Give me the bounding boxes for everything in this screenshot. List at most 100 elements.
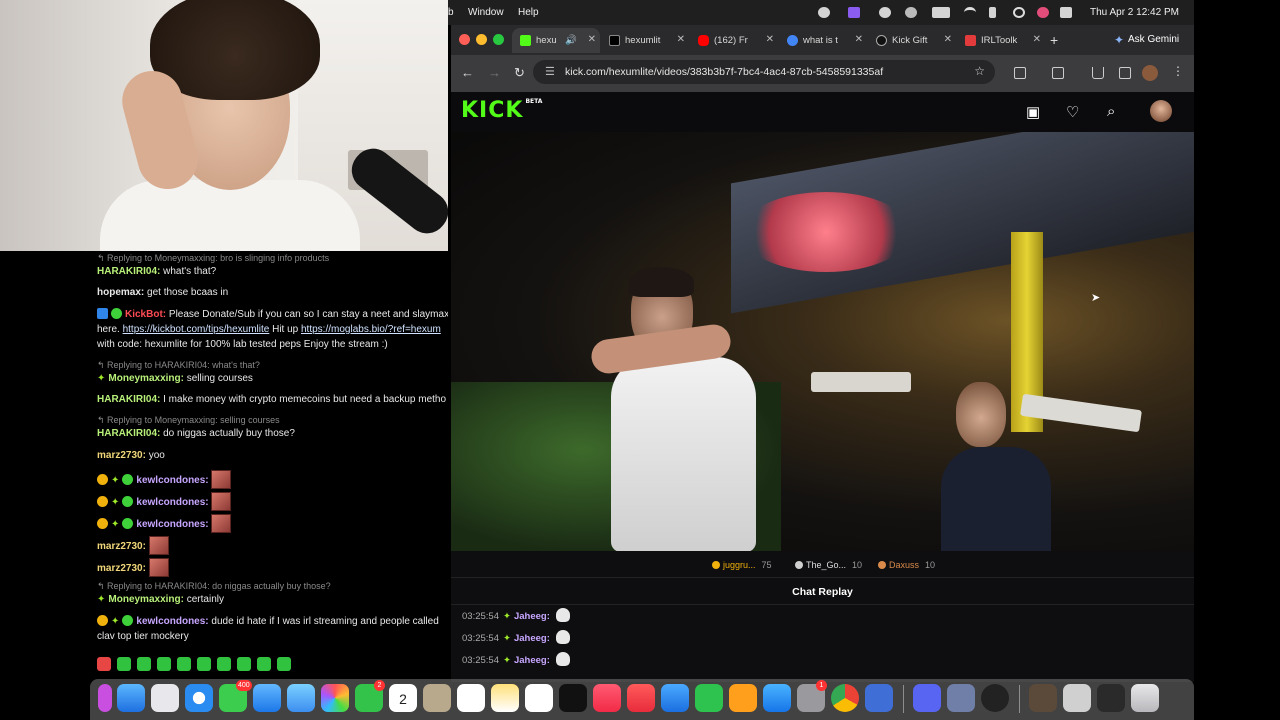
tab-youtube[interactable]: (162) Fr ✕ [690,28,778,53]
apple-tv-icon[interactable] [559,684,587,712]
emote-icon[interactable] [157,657,171,672]
ask-gemini-button[interactable]: ✦ Ask Gemini [1108,30,1188,50]
emote-icon [211,514,232,533]
tab-kick-video[interactable]: hexu 🔊 ✕ [512,28,600,53]
calendar-icon[interactable]: 2 [389,684,417,712]
safari-icon[interactable] [185,684,213,712]
reload-icon[interactable]: ↻ [514,65,525,81]
menu-item-help[interactable]: Help [518,7,539,18]
heart-icon[interactable]: ♡ [1066,103,1079,121]
play-icon[interactable] [879,7,891,18]
download-icon[interactable] [1092,67,1104,79]
skull-emote-icon [555,652,570,666]
emote-picker-row [97,657,448,672]
leaderboard-entry[interactable]: juggru... 75 [712,560,772,570]
close-tab-icon[interactable]: ✕ [855,34,863,45]
reading-list-icon[interactable] [1119,67,1131,79]
obs-icon[interactable] [981,684,1009,712]
close-tab-icon[interactable]: ✕ [1033,34,1041,45]
emote-icon[interactable] [137,657,151,672]
chat-message: marz2730: yoo [97,450,165,461]
close-tab-icon[interactable]: ✕ [944,34,952,45]
control-center-icon[interactable] [1060,7,1072,18]
bookmark-star-icon[interactable]: ☆ [974,64,985,78]
emote-icon[interactable] [277,657,291,672]
browse-icon[interactable]: ▣ [1026,103,1040,121]
launchpad-icon[interactable] [151,684,179,712]
search-icon[interactable] [1013,7,1025,18]
bluetooth-icon[interactable] [989,7,996,18]
keyboard-thumbnail[interactable] [1063,684,1091,712]
photos-icon[interactable] [321,684,349,712]
tab-irltoolkit[interactable]: IRLToolk ✕ [957,28,1045,53]
tab-x[interactable]: hexumlit ✕ [601,28,689,53]
finder-icon[interactable] [117,684,145,712]
emote-icon[interactable] [97,657,111,672]
app-icon[interactable] [947,684,975,712]
clock[interactable]: Thu Apr 2 12:42 PM [1090,7,1179,18]
notes-icon[interactable] [491,684,519,712]
emote-icon[interactable] [257,657,271,672]
menu-item-window[interactable]: Window [468,7,504,18]
video-player[interactable]: ➤ [451,132,1194,551]
contacts-icon[interactable] [423,684,451,712]
tips-link[interactable]: https://kickbot.com/tips/hexumlite [123,324,270,335]
emote-icon[interactable] [177,657,191,672]
emote-icon[interactable] [217,657,231,672]
profile-avatar[interactable] [1142,65,1158,81]
leaderboard-entry[interactable]: The_Go... 10 [795,560,862,570]
extensions-icon[interactable] [1014,67,1026,79]
screenshot-thumbnail[interactable] [1097,684,1125,712]
back-arrow-icon[interactable]: ← [461,65,474,80]
emote-icon [148,558,169,577]
forward-arrow-icon[interactable]: → [488,65,501,80]
keynote-icon[interactable] [661,684,689,712]
news-icon[interactable] [627,684,655,712]
discord-icon[interactable] [913,684,941,712]
siri-icon[interactable] [1037,7,1049,18]
user-avatar[interactable] [1150,100,1172,122]
recent-file-thumbnail[interactable] [1029,684,1057,712]
maps-icon[interactable] [287,684,315,712]
new-tab-button[interactable]: + [1050,32,1058,48]
pages-icon[interactable] [729,684,757,712]
wifi-icon[interactable] [964,7,976,18]
emote-icon[interactable] [117,657,131,672]
address-bar[interactable]: ☰ kick.com/hexumlite/videos/383b3b7f-7bc… [533,60,995,84]
app-store-icon[interactable] [763,684,791,712]
trash-icon[interactable] [1131,684,1159,712]
reminders-icon[interactable] [457,684,485,712]
chrome-icon[interactable] [831,684,859,712]
status-icon[interactable] [818,7,830,18]
sparkle-badge-icon: ✦ [97,373,106,384]
close-tab-icon[interactable]: ✕ [677,34,685,45]
mail-icon[interactable] [253,684,281,712]
battery-icon[interactable] [932,7,950,18]
close-tab-icon[interactable]: ✕ [766,34,774,45]
search-icon[interactable]: ⌕ [1107,103,1115,120]
moglabs-link[interactable]: https://moglabs.bio/?ref=hexum [301,324,441,335]
emote-icon[interactable] [197,657,211,672]
close-window-button[interactable] [459,34,470,45]
leaderboard-entry[interactable]: Daxuss 10 [878,560,935,570]
more-menu-icon[interactable]: ⋮ [1172,64,1184,78]
mic-app-icon[interactable] [98,684,112,712]
cast-icon[interactable] [1052,67,1064,79]
menu-item-partial[interactable]: b [448,7,454,18]
tab-kick-gift[interactable]: Kick Gift ✕ [868,28,956,53]
minimize-window-button[interactable] [476,34,487,45]
tab-google[interactable]: what is t ✕ [779,28,867,53]
focus-moon-icon[interactable] [905,7,917,18]
zoom-window-button[interactable] [493,34,504,45]
settings-badge: 1 [816,680,827,691]
kick-logo[interactable]: KICK BETA [461,98,542,123]
music-icon[interactable] [593,684,621,712]
close-tab-icon[interactable]: ✕ [588,34,596,45]
freeform-icon[interactable] [525,684,553,712]
audio-playing-icon[interactable]: 🔊 [565,35,577,46]
numbers-icon[interactable] [695,684,723,712]
site-info-icon[interactable]: ☰ [545,65,555,78]
screen-record-icon[interactable] [848,7,860,18]
app-icon[interactable] [865,684,893,712]
emote-icon[interactable] [237,657,251,672]
